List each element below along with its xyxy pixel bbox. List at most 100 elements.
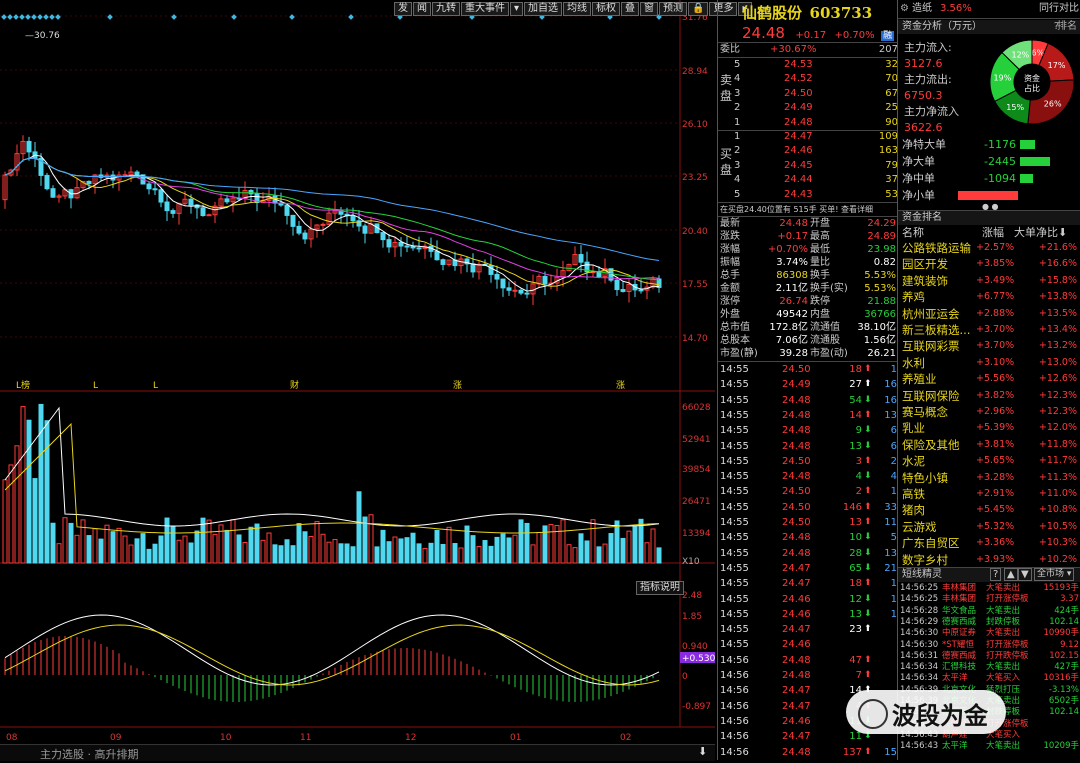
order-row[interactable]: 4 24.44 37 — [718, 173, 898, 187]
tick-row[interactable]: 14:56 24.48 47 ⬆ — [718, 653, 898, 668]
sector-row[interactable]: 保险及其他 +3.81% +11.8% — [898, 437, 1080, 453]
sprite-next-button[interactable]: ▼ — [1018, 568, 1032, 581]
tick-row[interactable]: 14:55 24.48 54 ⬇ 16 — [718, 393, 898, 408]
tick-row[interactable]: 14:56 24.48 7 ⬆ — [718, 668, 898, 683]
toolbar-button-11[interactable]: 🔒 — [688, 2, 709, 16]
sector-row[interactable]: 数字乡村 +3.93% +10.2% — [898, 552, 1080, 568]
sector-row[interactable]: 公路铁路运输 +2.57% +21.6% — [898, 240, 1080, 256]
tick-row[interactable]: 14:55 24.49 27 ⬆ 16 — [718, 377, 898, 392]
order-row[interactable]: 3 24.45 79 — [718, 159, 898, 173]
tick-row[interactable]: 14:55 24.50 3 ⬆ 2 — [718, 454, 898, 469]
sector-row[interactable]: 赛马概念 +2.96% +12.3% — [898, 404, 1080, 420]
sector-ranking[interactable]: 名称 涨幅 大单净比⬇ 公路铁路运输 +2.57% +21.6% 园区开发 +3.85% +16… — [898, 225, 1080, 568]
sector-row[interactable]: 新三板精选... +3.70% +13.4% — [898, 322, 1080, 338]
sprite-event: 大笔卖出 — [986, 628, 1021, 639]
sprite-row[interactable]: 14:56:43 太平洋 大笔卖出 10209手 — [898, 741, 1080, 752]
order-row[interactable]: 5 24.53 32 — [718, 58, 898, 72]
quote-value: 21.88 — [867, 296, 896, 307]
sprite-help-button[interactable]: ? — [990, 568, 1002, 581]
ranking-link[interactable]: 排名 — [1057, 20, 1077, 34]
toolbar-button-3[interactable]: 重大事件 — [461, 2, 509, 16]
sector-net: +12.3% — [1038, 389, 1077, 401]
order-row[interactable]: 3 24.50 67 — [718, 87, 898, 101]
tick-row[interactable]: 14:55 24.50 2 ⬆ 1 — [718, 484, 898, 499]
tick-row[interactable]: 14:56 24.48 137 ⬆ 15 — [718, 745, 898, 760]
sector-row[interactable]: 水泥 +5.65% +11.7% — [898, 453, 1080, 469]
toolbar-button-1[interactable]: 闻 — [413, 2, 431, 16]
tick-row[interactable]: 14:55 24.46 12 ⬇ 1 — [718, 592, 898, 607]
tick-row[interactable]: 14:55 24.48 14 ⬆ 13 — [718, 408, 898, 423]
tick-row[interactable]: 14:55 24.50 18 ⬆ 1 — [718, 362, 898, 377]
tick-row[interactable]: 14:55 24.47 18 ⬆ 1 — [718, 576, 898, 591]
sector-row[interactable]: 特色小镇 +3.28% +11.3% — [898, 470, 1080, 486]
tick-row[interactable]: 14:55 24.48 28 ⬇ 13 — [718, 546, 898, 561]
sprite-row[interactable]: 14:56:28 华文食品 大笔卖出 424手 — [898, 606, 1080, 617]
sector-row[interactable]: 养殖业 +5.56% +12.6% — [898, 371, 1080, 387]
sector-row[interactable]: 互联网保险 +3.82% +12.3% — [898, 388, 1080, 404]
sector-row[interactable]: 广东自贸区 +3.36% +10.3% — [898, 535, 1080, 551]
sprite-row[interactable]: 14:56:25 丰林集团 大笔卖出 15193手 — [898, 583, 1080, 594]
toolbar-button-0[interactable]: 发 — [394, 2, 412, 16]
peer-compare-link[interactable]: 同行对比 — [1039, 2, 1079, 16]
order-row[interactable]: 4 24.52 70 — [718, 72, 898, 86]
bid-notice[interactable]: 在买盘24.40位置有 515手 买单! 查看详细 — [720, 204, 873, 215]
tick-row[interactable]: 14:55 24.46 — [718, 637, 898, 652]
gear-icon[interactable]: ⚙ — [900, 2, 909, 16]
sector-row[interactable]: 互联网彩票 +3.70% +13.2% — [898, 338, 1080, 354]
sector-row[interactable]: 养鸡 +6.77% +13.8% — [898, 289, 1080, 305]
toolbar-button-5[interactable]: 加自选 — [524, 2, 563, 16]
order-row[interactable]: 1 24.48 90 — [718, 116, 898, 130]
tick-row[interactable]: 14:55 24.46 13 ⬇ 1 — [718, 607, 898, 622]
indicator-help-button[interactable]: 指标说明 — [636, 581, 684, 595]
sprite-value: 10990手 — [1043, 628, 1079, 639]
sprite-row[interactable]: 14:56:25 丰林集团 打开涨停板 3.37 — [898, 594, 1080, 605]
sector-row[interactable]: 猪肉 +5.45% +10.8% — [898, 502, 1080, 518]
order-row[interactable]: 5 24.43 53 — [718, 188, 898, 202]
toolbar-button-8[interactable]: 叠 — [621, 2, 640, 16]
tick-row[interactable]: 14:55 24.50 146 ⬆ 33 — [718, 500, 898, 515]
sprite-row[interactable]: 14:56:29 德赛西威 封跌停板 102.14 — [898, 617, 1080, 628]
tick-row[interactable]: 14:55 24.48 9 ⬇ 6 — [718, 423, 898, 438]
sprite-row[interactable]: 14:56:31 德赛西威 打开跌停板 102.15 — [898, 651, 1080, 662]
toolbar-button-6[interactable]: 均线 — [563, 2, 592, 16]
kline-chart-svg[interactable]: 31.7628.9426.1023.2520.4017.5514.70—30.7… — [0, 0, 716, 760]
sector-row[interactable]: 水利 +3.10% +13.0% — [898, 355, 1080, 371]
sector-row[interactable]: 云游戏 +5.32% +10.5% — [898, 519, 1080, 535]
tick-row[interactable]: 14:55 24.50 13 ⬆ 11 — [718, 515, 898, 530]
candle-body — [302, 232, 308, 240]
toolbar-button-9[interactable]: 窗 — [640, 2, 659, 16]
sprite-prev-button[interactable]: ▲ — [1004, 568, 1018, 581]
order-row[interactable]: 2 24.46 163 — [718, 144, 898, 158]
chart-area[interactable]: 31.76 28.94 26.10 23.25 20.40 17.55 14.70 —30.7… — [0, 0, 752, 761]
tick-row[interactable]: 14:55 24.47 65 ⬇ 21 — [718, 561, 898, 576]
volume-bar — [410, 532, 416, 564]
sector-row[interactable]: 建筑装饰 +3.49% +15.8% — [898, 273, 1080, 289]
sprite-row[interactable]: 14:56:34 太平洋 大笔买入 10316手 — [898, 673, 1080, 684]
tick-row[interactable]: 14:55 24.48 10 ⬇ 5 — [718, 530, 898, 545]
sector-row[interactable]: 杭州亚运会 +2.88% +13.5% — [898, 306, 1080, 322]
toolbar-button-2[interactable]: 九转 — [432, 2, 460, 16]
sprite-row[interactable]: 14:56:30 *ST耀恒 打开涨停板 9.12 — [898, 640, 1080, 651]
tick-row[interactable]: 14:55 24.47 23 ⬆ — [718, 622, 898, 637]
sprite-row[interactable]: 14:56:34 汇得科技 大笔卖出 427手 — [898, 662, 1080, 673]
download-icon[interactable]: ⬇ — [698, 745, 707, 758]
tick-row[interactable]: 14:55 24.48 13 ⬇ 6 — [718, 439, 898, 454]
toolbar-button-7[interactable]: 标权 — [592, 2, 621, 16]
sector-pct: +3.93% — [976, 553, 1015, 565]
sprite-row[interactable]: 14:56:30 中原证券 大笔卖出 10990手 — [898, 628, 1080, 639]
watermark-text: 波段为金 — [892, 702, 988, 730]
sector-col-pct: 涨幅 — [982, 226, 1004, 239]
market-select[interactable]: 全市场 ▾ — [1034, 568, 1075, 581]
sector-row[interactable]: 高铁 +2.91% +11.0% — [898, 486, 1080, 502]
tick-row[interactable]: 14:55 24.48 4 ⬇ 4 — [718, 469, 898, 484]
toolbar-button-10[interactable]: 预测 — [659, 2, 688, 16]
order-row[interactable]: 1 24.47 109 — [718, 130, 898, 144]
sector-row[interactable]: 乳业 +5.39% +12.0% — [898, 420, 1080, 436]
order-row[interactable]: 2 24.49 25 — [718, 101, 898, 115]
macd-tick: 1.85 — [682, 612, 702, 622]
order-price: 24.50 — [784, 87, 813, 99]
sector-net: +10.2% — [1038, 553, 1077, 565]
up-arrow-icon: ⬆ — [864, 654, 872, 665]
toolbar-button-4[interactable]: ▾ — [510, 2, 524, 16]
sector-row[interactable]: 园区开发 +3.85% +16.6% — [898, 256, 1080, 272]
